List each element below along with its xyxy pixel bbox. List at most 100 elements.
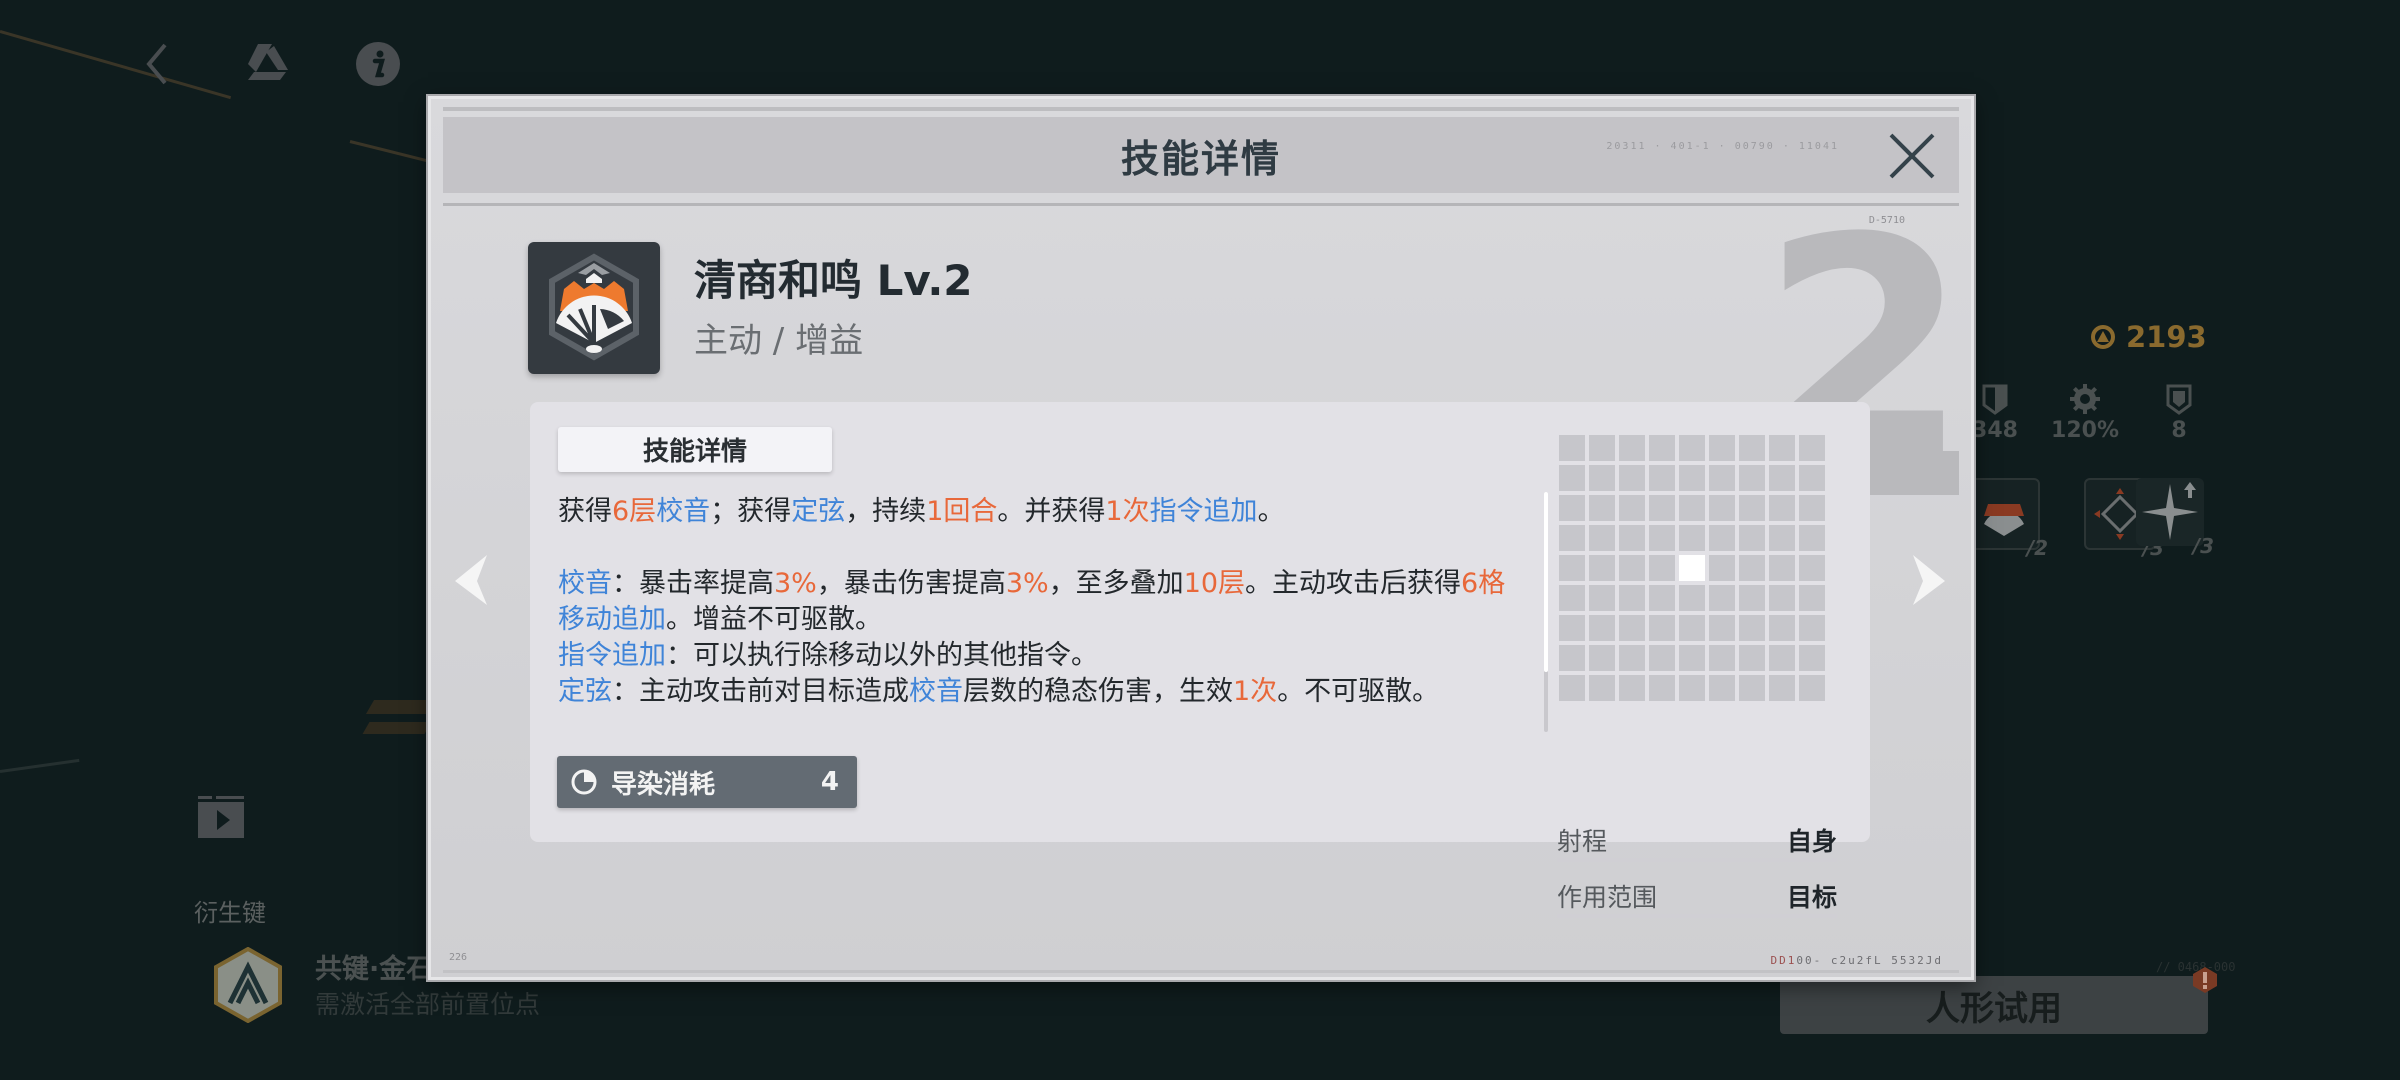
attribute-value: 目标 <box>1786 883 1837 912</box>
range-cell <box>1769 615 1795 641</box>
description-scrollbar[interactable] <box>1544 492 1548 732</box>
trial-button[interactable]: 人形试用 <box>1780 976 2208 1034</box>
keyword-link[interactable]: 指令追加 <box>1150 496 1258 527</box>
description-paragraph: 定弦：主动攻击前对目标造成校音层数的稳态伤害，生效1次。不可驱散。 <box>558 674 1518 710</box>
description-text: ：主动攻击前对目标造成 <box>612 676 909 707</box>
range-cell <box>1649 435 1675 461</box>
modal-title: 技能详情 <box>1120 136 1281 181</box>
header-code: 20311 · 401-1 · 00790 · 11041 <box>1606 141 1839 152</box>
range-cell <box>1679 675 1705 701</box>
bg-skill-slot[interactable]: /3 <box>2136 478 2214 558</box>
keyword-link[interactable]: 定弦 <box>558 676 612 707</box>
description-paragraph: 指令追加：可以执行除移动以外的其他指令。 <box>558 638 1518 674</box>
description-text: 。主动攻击后获得 <box>1245 568 1462 599</box>
modal-top-bar <box>443 107 1959 111</box>
cost-badge: 导染消耗 4 <box>557 756 857 808</box>
range-cell <box>1709 645 1735 671</box>
range-cell <box>1619 585 1645 611</box>
currency-value: 2193 <box>2126 320 2207 354</box>
range-cell <box>1589 525 1615 551</box>
keyword-link[interactable]: 移动追加 <box>558 604 666 635</box>
tab-skill-details[interactable]: 技能详情 <box>558 427 832 472</box>
keyword-link[interactable]: 校音 <box>558 568 612 599</box>
range-cell <box>1709 585 1735 611</box>
range-cell <box>1619 555 1645 581</box>
range-cell <box>1799 645 1825 671</box>
highlight-value: 6层 <box>612 496 657 527</box>
description-text: ：暴击率提高 <box>612 568 774 599</box>
pie-cost-icon <box>571 769 597 795</box>
range-cell <box>1799 525 1825 551</box>
range-cell <box>1769 585 1795 611</box>
range-cell <box>1679 525 1705 551</box>
attribute-value: 自身 <box>1786 827 1837 856</box>
range-cell <box>1709 525 1735 551</box>
keyword-link[interactable]: 定弦 <box>791 496 845 527</box>
range-cell <box>1559 645 1585 671</box>
bg-decor-stripe <box>362 722 432 734</box>
skill-count: /3 <box>2192 534 2214 558</box>
range-cell <box>1769 645 1795 671</box>
keyword-link[interactable]: 指令追加 <box>558 640 666 671</box>
scrollbar-thumb[interactable] <box>1544 492 1548 672</box>
description-text: 。增益不可驱散。 <box>666 604 882 635</box>
keyword-link[interactable]: 校音 <box>909 676 963 707</box>
range-cell <box>1799 615 1825 641</box>
video-replay-icon[interactable] <box>198 796 244 838</box>
range-cell <box>1679 615 1705 641</box>
skill-detail-modal: 技能详情 20311 · 401-1 · 00790 · 11041 D-571… <box>428 96 1974 980</box>
highlight-value: 3% <box>1005 568 1049 599</box>
range-grid <box>1559 435 1825 701</box>
range-cell <box>1709 675 1735 701</box>
description-paragraph: 校音：暴击率提高3%，暴击伤害提高3%，至多叠加10层。主动攻击后获得6格移动追… <box>558 566 1518 638</box>
attribute-key: 射程 <box>1557 827 1608 856</box>
range-cell <box>1589 435 1615 461</box>
range-cell <box>1799 435 1825 461</box>
description-text: 。 <box>1257 496 1285 527</box>
range-cell <box>1559 555 1585 581</box>
currency-icon <box>2091 325 2115 349</box>
back-icon[interactable] <box>132 38 184 90</box>
drive-triangle-icon[interactable] <box>240 38 292 90</box>
range-cell <box>1739 525 1765 551</box>
range-cell <box>1649 585 1675 611</box>
modal-header: 技能详情 20311 · 401-1 · 00790 · 11041 <box>443 117 1959 193</box>
description-paragraph <box>558 530 1518 566</box>
info-icon[interactable] <box>352 38 404 90</box>
previous-skill-button[interactable] <box>449 549 499 609</box>
range-cell <box>1709 465 1735 491</box>
description-text: ：可以执行除移动以外的其他指令。 <box>666 640 1098 671</box>
skill-type: 主动 / 增益 <box>694 321 864 361</box>
stat-crit: 120% <box>2040 380 2130 443</box>
next-skill-button[interactable] <box>1901 549 1951 609</box>
range-cell <box>1589 675 1615 701</box>
bg-skill-slot[interactable]: /2 <box>1968 478 2048 560</box>
gear-icon <box>2070 384 2100 414</box>
range-cell <box>1769 435 1795 461</box>
range-cell-active <box>1679 555 1705 581</box>
range-cell <box>1589 585 1615 611</box>
range-cell <box>1709 555 1735 581</box>
footer-code-right: DD100- c2u2fL 5532Jd <box>1770 954 1943 967</box>
keyword-link[interactable]: 校音 <box>656 496 710 527</box>
range-cell <box>1619 525 1645 551</box>
range-cell <box>1649 495 1675 521</box>
alert-icon <box>2193 967 2217 993</box>
bg-decor-line <box>349 140 438 165</box>
range-cell <box>1769 465 1795 491</box>
range-cell <box>1739 495 1765 521</box>
range-cell <box>1679 465 1705 491</box>
range-cell <box>1769 495 1795 521</box>
range-cell <box>1739 585 1765 611</box>
range-cell <box>1709 495 1735 521</box>
stat-badge: 8 <box>2134 380 2224 443</box>
range-cell <box>1559 525 1585 551</box>
range-cell <box>1589 645 1615 671</box>
range-cell <box>1559 435 1585 461</box>
cost-value: 4 <box>820 767 839 797</box>
bg-decor-line <box>0 30 232 100</box>
range-cell <box>1589 555 1615 581</box>
range-cell <box>1559 495 1585 521</box>
derive-key-label: 衍生键 <box>194 899 266 927</box>
range-cell <box>1559 675 1585 701</box>
